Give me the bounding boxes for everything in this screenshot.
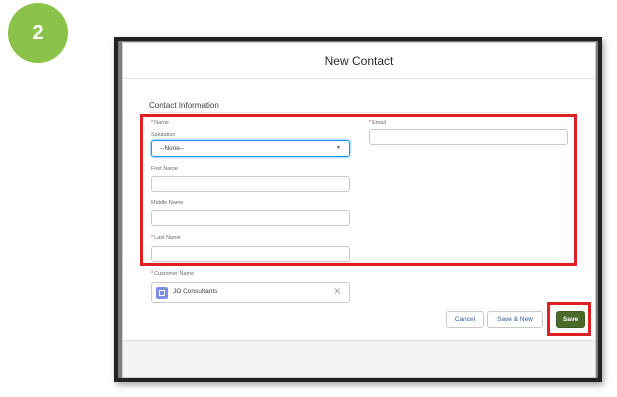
cancel-button[interactable]: Cancel	[446, 311, 484, 328]
save-and-new-button[interactable]: Save & New	[487, 311, 543, 328]
customer-name-label: *Customer Name	[151, 271, 195, 277]
new-contact-modal: New Contact Contact Information *Name Sa…	[122, 42, 596, 378]
highlight-box-save	[547, 302, 591, 336]
customer-name-lookup[interactable]: JO Consultants ✕	[151, 282, 350, 303]
modal-footer	[123, 340, 595, 377]
modal-header: New Contact	[123, 43, 595, 79]
highlight-box-fields	[140, 114, 577, 266]
step-number-badge: 2	[8, 3, 68, 63]
section-title: Contact Information	[149, 101, 219, 110]
account-icon	[156, 287, 168, 299]
modal-title: New Contact	[324, 53, 394, 68]
close-icon[interactable]: ✕	[333, 286, 341, 297]
required-marker: *	[151, 271, 154, 277]
section-divider	[149, 112, 569, 113]
customer-name-value: JO Consultants	[173, 288, 218, 295]
